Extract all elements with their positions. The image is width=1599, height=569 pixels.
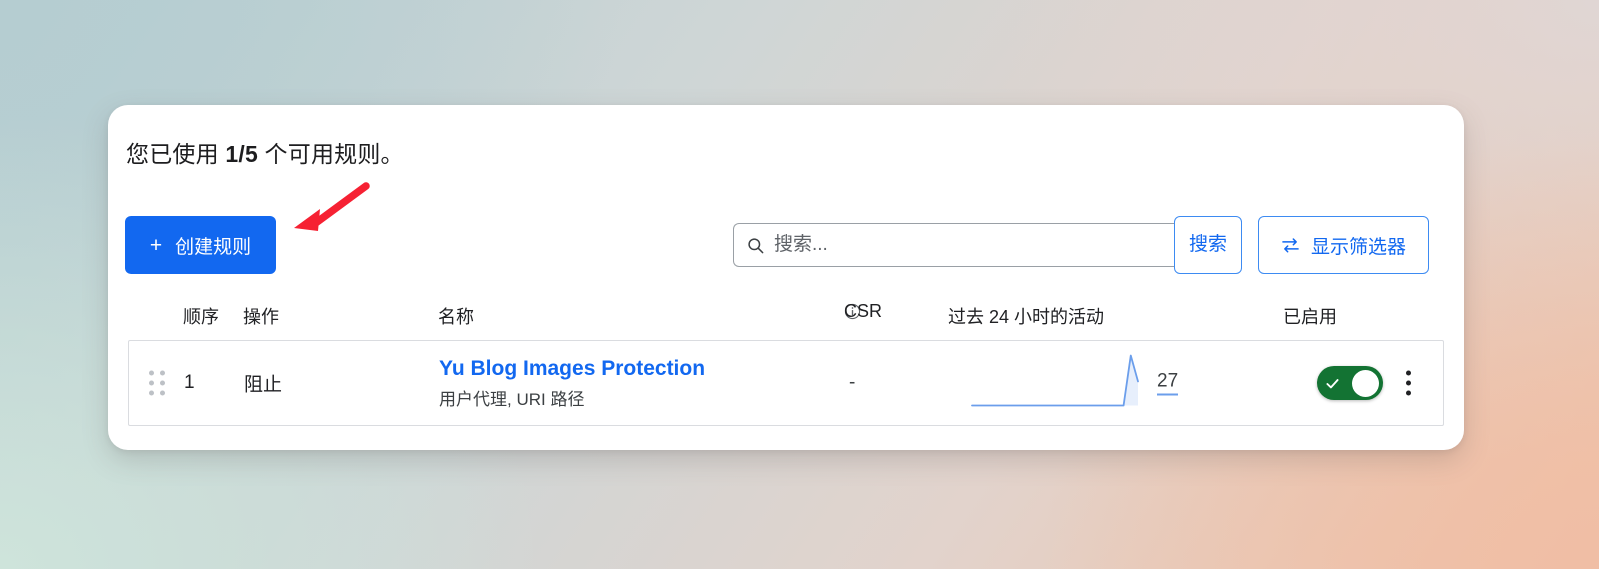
create-rule-label: 创建规则 — [175, 236, 252, 258]
table-header-row: 顺序 操作 名称 CSR 过去 24 小时的活动 已启用 — [108, 301, 1464, 335]
drag-handle-icon[interactable] — [149, 370, 165, 396]
search-field[interactable] — [733, 223, 1175, 267]
rule-name-subtitle: 用户代理, URI 路径 — [439, 389, 585, 409]
enabled-toggle[interactable] — [1317, 366, 1383, 400]
usage-suffix: 个可用规则。 — [257, 141, 404, 167]
show-filters-button[interactable]: 显示筛选器 — [1258, 216, 1429, 274]
create-rule-button[interactable]: + 创建规则 — [125, 216, 276, 274]
column-header-csr-label: CSR — [844, 301, 883, 321]
usage-summary: 您已使用 1/5 个可用规则。 — [126, 135, 404, 169]
search-button[interactable]: 搜索 — [1174, 216, 1242, 274]
plus-icon: + — [149, 233, 163, 257]
usage-count: 1/5 — [225, 141, 258, 167]
column-header-enabled: 已启用 — [1283, 307, 1337, 327]
column-header-name: 名称 — [438, 307, 474, 327]
rules-table-body: 1 阻止 Yu Blog Images Protection 用户代理, URI… — [128, 340, 1444, 426]
filter-swap-icon — [1282, 237, 1299, 252]
column-header-action: 操作 — [243, 307, 279, 327]
toggle-knob — [1352, 369, 1379, 397]
search-icon — [748, 237, 764, 253]
rules-card: 您已使用 1/5 个可用规则。 + 创建规则 搜索 显示筛选器 顺序 操作 名称… — [108, 105, 1464, 450]
cell-csr: - — [849, 372, 856, 393]
column-header-order: 顺序 — [183, 307, 219, 327]
table-row: 1 阻止 Yu Blog Images Protection 用户代理, URI… — [129, 341, 1443, 425]
sparkline-svg — [971, 354, 1139, 407]
check-icon — [1326, 378, 1339, 388]
usage-prefix: 您已使用 — [126, 141, 226, 167]
activity-sparkline — [969, 353, 1141, 414]
search-group: 搜索 — [733, 216, 1242, 274]
search-input[interactable] — [774, 234, 1163, 256]
cell-action: 阻止 — [244, 374, 283, 396]
show-filters-label: 显示筛选器 — [1310, 236, 1406, 258]
rule-name-link[interactable]: Yu Blog Images Protection — [439, 356, 705, 382]
activity-count-link[interactable]: 27 — [1157, 371, 1179, 396]
column-header-activity: 过去 24 小时的活动 — [948, 307, 1105, 327]
cell-name: Yu Blog Images Protection 用户代理, URI 路径 — [439, 356, 705, 410]
row-more-options-button[interactable] — [1403, 368, 1414, 399]
column-header-csr: CSR — [844, 301, 882, 321]
cell-order: 1 — [184, 372, 195, 393]
